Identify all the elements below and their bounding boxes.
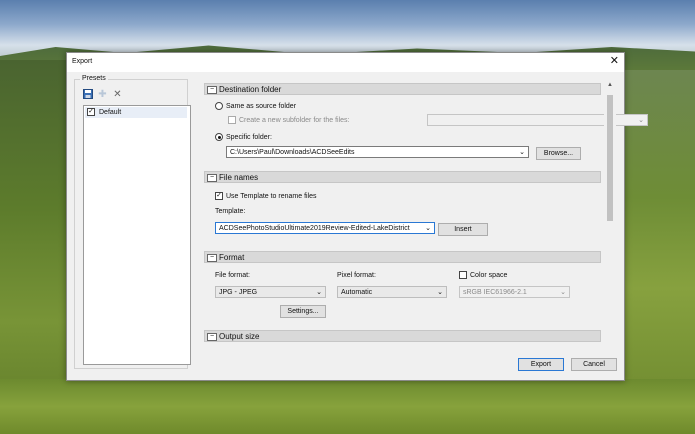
export-dialog: Export ✕ Presets ✚ ✕ ✓ Default − Destina… xyxy=(66,52,648,381)
chevron-down-icon: ⌄ xyxy=(425,225,431,232)
save-preset-icon[interactable] xyxy=(82,89,93,100)
preset-item-label: Default xyxy=(99,109,122,116)
scrollbar-thumb[interactable] xyxy=(607,95,613,221)
file-names-header[interactable]: − File names xyxy=(204,171,601,183)
template-value: ACDSeePhotoStudioUltimate2019Review-Edit… xyxy=(219,225,410,232)
collapse-icon[interactable]: − xyxy=(207,86,217,94)
pixel-format-label: Pixel format: xyxy=(337,272,376,279)
template-label: Template: xyxy=(215,208,246,215)
format-header[interactable]: − Format xyxy=(204,251,601,263)
add-preset-icon[interactable]: ✚ xyxy=(97,89,108,100)
color-space-label: Color space xyxy=(470,272,508,279)
pixel-format-value: Automatic xyxy=(341,289,373,296)
insert-button[interactable]: Insert xyxy=(438,223,488,236)
create-subfolder-checkbox[interactable] xyxy=(228,116,236,124)
same-as-source-label: Same as source folder xyxy=(226,103,297,110)
file-format-value: JPG - JPEG xyxy=(219,289,258,296)
presets-group: Presets ✚ ✕ ✓ Default xyxy=(74,75,191,369)
pixel-format-select[interactable]: Automatic ⌄ xyxy=(337,286,447,298)
output-size-header[interactable]: − Output size xyxy=(204,330,601,342)
window-title: Export xyxy=(72,58,93,65)
file-format-select[interactable]: JPG - JPEG ⌄ xyxy=(215,286,326,298)
specific-folder-label: Specific folder: xyxy=(226,134,272,141)
title-bar: Export ✕ xyxy=(67,53,624,72)
create-subfolder-label: Create a new subfolder for the files: xyxy=(239,117,350,124)
section-title: Output size xyxy=(219,332,260,341)
cancel-button[interactable]: Cancel xyxy=(571,358,617,371)
section-title: Format xyxy=(219,253,245,262)
preset-checkbox[interactable]: ✓ xyxy=(87,108,95,116)
options-panel: − Destination folder Same as source fold… xyxy=(201,80,648,370)
specific-folder-radio[interactable] xyxy=(215,133,223,141)
presets-label: Presets xyxy=(80,75,108,82)
color-space-select[interactable]: sRGB IEC61966-2.1 ⌄ xyxy=(459,286,570,298)
options-scrollbar[interactable]: ▲ ▼ xyxy=(604,81,616,370)
file-format-label: File format: xyxy=(215,272,251,279)
preset-list: ✓ Default xyxy=(83,105,191,365)
settings-button[interactable]: Settings... xyxy=(280,305,326,318)
chevron-down-icon: ⌄ xyxy=(638,117,644,124)
delete-preset-icon[interactable]: ✕ xyxy=(112,89,123,100)
use-template-checkbox[interactable]: ✓ xyxy=(215,192,223,200)
folder-path-value: C:\Users\Paul\Downloads\ACDSeeEdits xyxy=(230,149,355,156)
collapse-icon[interactable]: − xyxy=(207,174,217,182)
chevron-down-icon: ⌄ xyxy=(316,289,322,296)
section-title: Destination folder xyxy=(219,85,282,94)
browse-button[interactable]: Browse... xyxy=(536,147,581,160)
chevron-down-icon: ⌄ xyxy=(560,289,566,296)
chevron-down-icon: ⌄ xyxy=(519,149,525,156)
desktop-hills-left xyxy=(0,60,66,434)
color-space-value: sRGB IEC61966-2.1 xyxy=(463,289,527,296)
same-as-source-radio[interactable] xyxy=(215,102,223,110)
scroll-up-icon[interactable]: ▲ xyxy=(607,82,613,88)
folder-path-combo[interactable]: C:\Users\Paul\Downloads\ACDSeeEdits ⌄ xyxy=(226,146,529,158)
chevron-down-icon: ⌄ xyxy=(437,289,443,296)
color-space-checkbox[interactable] xyxy=(459,271,467,279)
use-template-label: Use Template to rename files xyxy=(226,193,317,200)
destination-folder-header[interactable]: − Destination folder xyxy=(204,83,601,95)
template-combo[interactable]: ACDSeePhotoStudioUltimate2019Review-Edit… xyxy=(215,222,435,234)
preset-item-default[interactable]: ✓ Default xyxy=(85,107,187,118)
section-title: File names xyxy=(219,173,259,182)
collapse-icon[interactable]: − xyxy=(207,254,217,262)
collapse-icon[interactable]: − xyxy=(207,333,217,341)
desktop-valley xyxy=(0,379,695,434)
close-icon[interactable]: ✕ xyxy=(610,56,619,67)
export-button[interactable]: Export xyxy=(518,358,564,371)
